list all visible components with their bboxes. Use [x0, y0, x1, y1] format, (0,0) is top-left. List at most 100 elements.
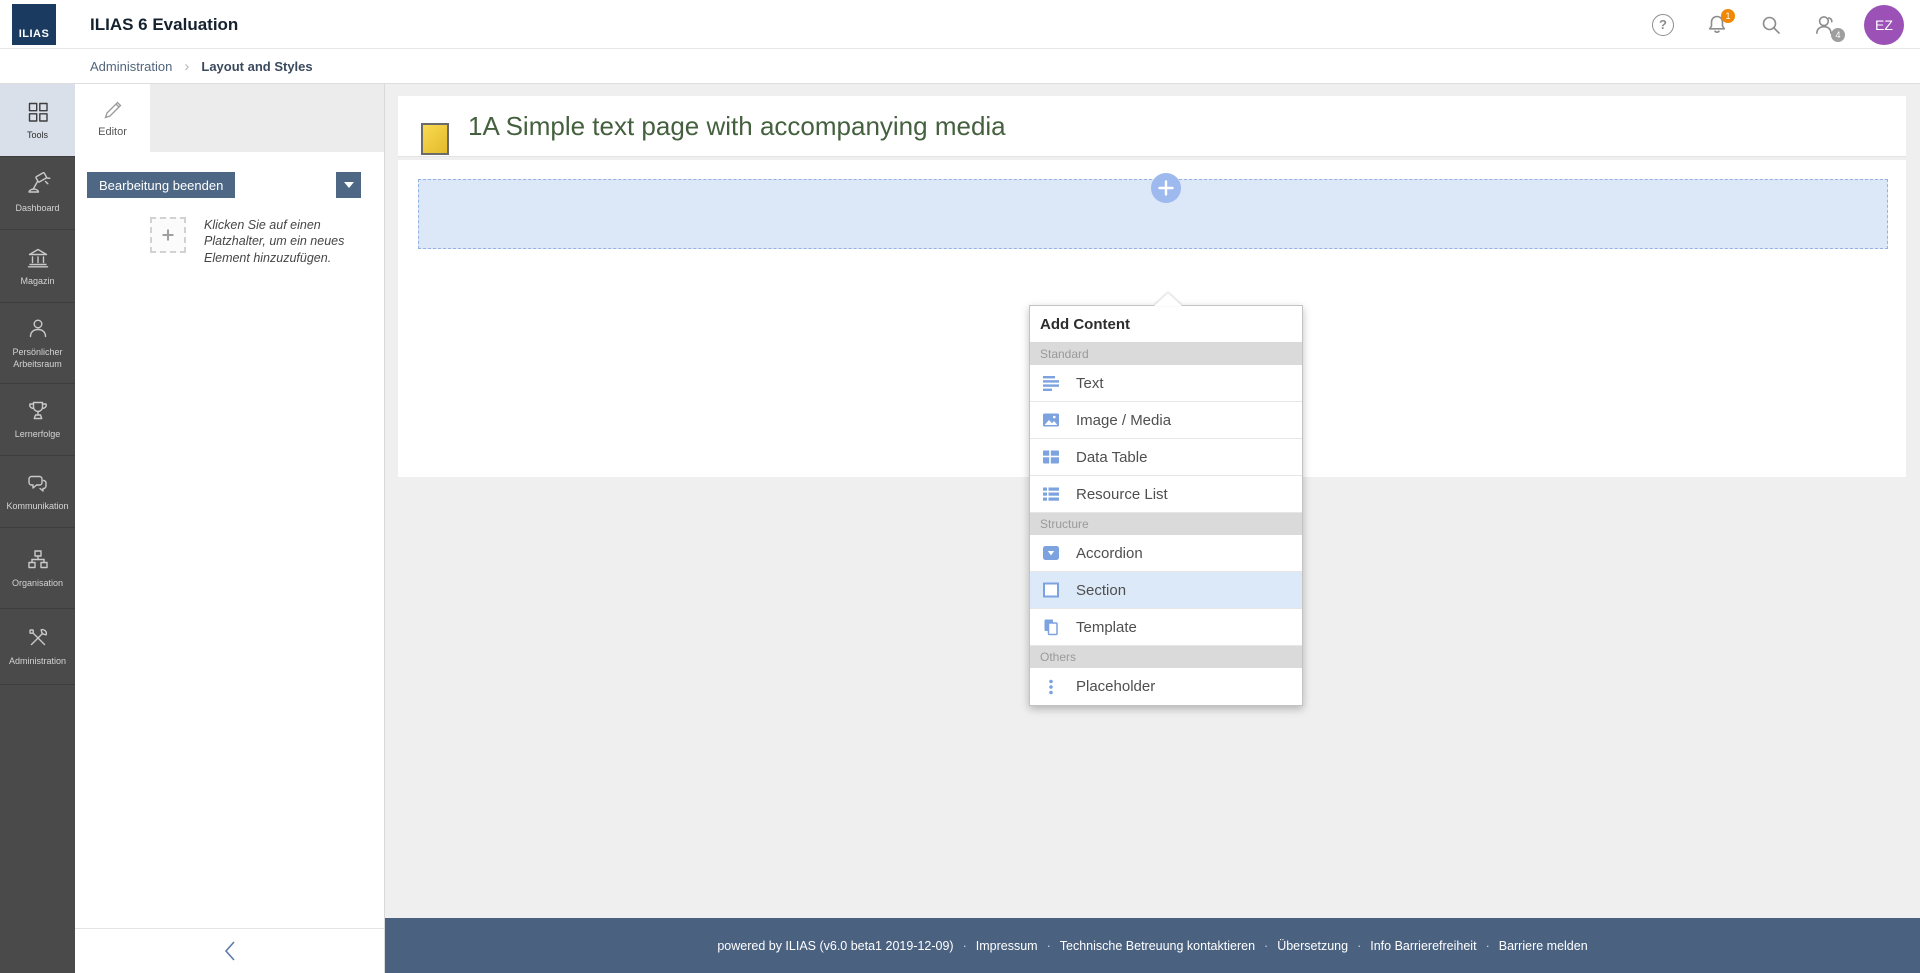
pencil-icon	[101, 98, 125, 122]
page-editor-canvas: Add Content Standard Text Image /	[398, 160, 1906, 477]
footer-link-barrierefreiheit[interactable]: Info Barrierefreiheit	[1370, 939, 1476, 953]
editor-toolbar: Bearbeitung beenden	[87, 172, 373, 198]
desk-lamp-icon	[25, 172, 51, 198]
menu-item-label: Resource List	[1076, 486, 1168, 503]
sidebar-item-label: Tools	[25, 130, 50, 141]
menu-item-label: Template	[1076, 619, 1137, 636]
org-chart-icon	[25, 547, 51, 573]
editor-tabstrip: Editor	[75, 84, 384, 152]
plus-icon	[1157, 179, 1175, 197]
breadcrumb: Administration › Layout and Styles	[90, 49, 313, 84]
sidebar-item-label: Magazin	[18, 276, 56, 287]
footer-separator: ·	[1486, 939, 1490, 953]
menu-section-structure: Structure	[1030, 513, 1302, 535]
menu-section-others: Others	[1030, 646, 1302, 668]
menu-item-placeholder[interactable]: Placeholder	[1030, 668, 1302, 705]
sidebar-item-label: Kommunikation	[4, 501, 70, 512]
menu-item-label: Image / Media	[1076, 412, 1171, 429]
trophy-icon	[25, 398, 51, 424]
accordion-icon	[1042, 544, 1060, 562]
footer-link-support[interactable]: Technische Betreuung kontaktieren	[1060, 939, 1255, 953]
footer-link-impressum[interactable]: Impressum	[976, 939, 1038, 953]
menu-item-image-media[interactable]: Image / Media	[1030, 402, 1302, 439]
menu-item-section[interactable]: Section	[1030, 572, 1302, 609]
footer-separator: ·	[1357, 939, 1361, 953]
powered-by-text: powered by ILIAS (v6.0 beta1 2019-12-09)	[717, 939, 953, 953]
online-users-button[interactable]: 4	[1810, 10, 1840, 40]
menu-section-standard: Standard	[1030, 343, 1302, 365]
header-actions: ? 1 4	[1648, 0, 1904, 49]
help-button[interactable]: ?	[1648, 10, 1678, 40]
tab-editor[interactable]: Editor	[75, 84, 150, 152]
person-icon	[25, 316, 51, 342]
page-footer: powered by ILIAS (v6.0 beta1 2019-12-09)…	[385, 918, 1920, 973]
table-icon	[1042, 448, 1060, 466]
add-placeholder-button[interactable]	[150, 217, 186, 253]
footer-separator: ·	[963, 939, 967, 953]
chevron-down-icon	[344, 182, 354, 188]
footer-link-barriere-melden[interactable]: Barriere melden	[1499, 939, 1588, 953]
finish-editing-button[interactable]: Bearbeitung beenden	[87, 172, 235, 198]
sidebar-item-persoenlicher-arbeitsraum[interactable]: Persönlicher Arbeitsraum	[0, 303, 75, 384]
text-lines-icon	[1042, 374, 1060, 392]
tab-editor-label: Editor	[98, 126, 127, 138]
menu-item-accordion[interactable]: Accordion	[1030, 535, 1302, 572]
main-sidebar: Tools Dashboard Magazin Pe	[0, 84, 75, 973]
content-page-icon	[421, 123, 449, 155]
menu-item-text[interactable]: Text	[1030, 365, 1302, 402]
notification-badge: 1	[1721, 9, 1735, 23]
sidebar-item-administration[interactable]: Administration	[0, 609, 75, 685]
panel-collapse-bar	[75, 928, 384, 973]
sidebar-item-tools[interactable]: Tools	[0, 84, 75, 157]
chat-bubbles-icon	[25, 470, 51, 496]
menu-item-label: Placeholder	[1076, 678, 1155, 695]
sidebar-item-lernerfolge[interactable]: Lernerfolge	[0, 384, 75, 456]
section-icon	[1042, 581, 1060, 599]
placeholder-hint-text: Klicken Sie auf einen Platzhalter, um ei…	[204, 217, 354, 266]
chevron-left-icon[interactable]	[223, 938, 237, 964]
ilias-app: ILIAS ILIAS 6 Evaluation ? 1	[0, 0, 1920, 973]
help-icon: ?	[1652, 14, 1674, 36]
breadcrumb-bar: Administration › Layout and Styles	[0, 49, 1920, 84]
online-users-badge: 4	[1831, 28, 1845, 42]
menu-caret-up	[1154, 293, 1182, 306]
chevron-right-icon: ›	[184, 58, 189, 75]
plus-icon	[160, 227, 176, 243]
page-title-band: 1A Simple text page with accompanying me…	[398, 96, 1906, 157]
sidebar-item-organisation[interactable]: Organisation	[0, 528, 75, 609]
menu-item-label: Section	[1076, 582, 1126, 599]
menu-item-template[interactable]: Template	[1030, 609, 1302, 646]
add-content-menu: Add Content Standard Text Image /	[1029, 305, 1303, 706]
sidebar-item-label: Lernerfolge	[13, 429, 63, 440]
sidebar-item-label: Organisation	[10, 578, 65, 589]
menu-item-data-table[interactable]: Data Table	[1030, 439, 1302, 476]
add-content-menu-title: Add Content	[1030, 306, 1302, 343]
sidebar-item-magazin[interactable]: Magazin	[0, 230, 75, 303]
toolbar-dropdown-button[interactable]	[336, 172, 361, 198]
breadcrumb-administration[interactable]: Administration	[90, 59, 172, 74]
sidebar-item-label: Administration	[7, 656, 68, 667]
search-button[interactable]	[1756, 10, 1786, 40]
main-content: 1A Simple text page with accompanying me…	[385, 84, 1920, 973]
footer-separator: ·	[1047, 939, 1051, 953]
app-title: ILIAS 6 Evaluation	[90, 0, 238, 49]
sidebar-item-dashboard[interactable]: Dashboard	[0, 157, 75, 230]
add-content-button[interactable]	[1151, 173, 1181, 203]
bank-building-icon	[25, 245, 51, 271]
menu-item-label: Accordion	[1076, 545, 1143, 562]
search-icon	[1759, 13, 1783, 37]
breadcrumb-current: Layout and Styles	[201, 59, 312, 74]
user-avatar[interactable]: EZ	[1864, 5, 1904, 45]
page-title: 1A Simple text page with accompanying me…	[468, 96, 1006, 157]
vertical-dots-icon	[1042, 678, 1060, 696]
template-pages-icon	[1042, 618, 1060, 636]
list-icon	[1042, 485, 1060, 503]
sidebar-item-label: Persönlicher Arbeitsraum	[0, 347, 75, 370]
ilias-logo[interactable]: ILIAS	[12, 4, 56, 45]
notifications-button[interactable]: 1	[1702, 10, 1732, 40]
footer-link-uebersetzung[interactable]: Übersetzung	[1277, 939, 1348, 953]
sidebar-item-kommunikation[interactable]: Kommunikation	[0, 456, 75, 528]
image-icon	[1042, 411, 1060, 429]
menu-item-resource-list[interactable]: Resource List	[1030, 476, 1302, 513]
placeholder-hint-row: Klicken Sie auf einen Platzhalter, um ei…	[150, 217, 372, 266]
